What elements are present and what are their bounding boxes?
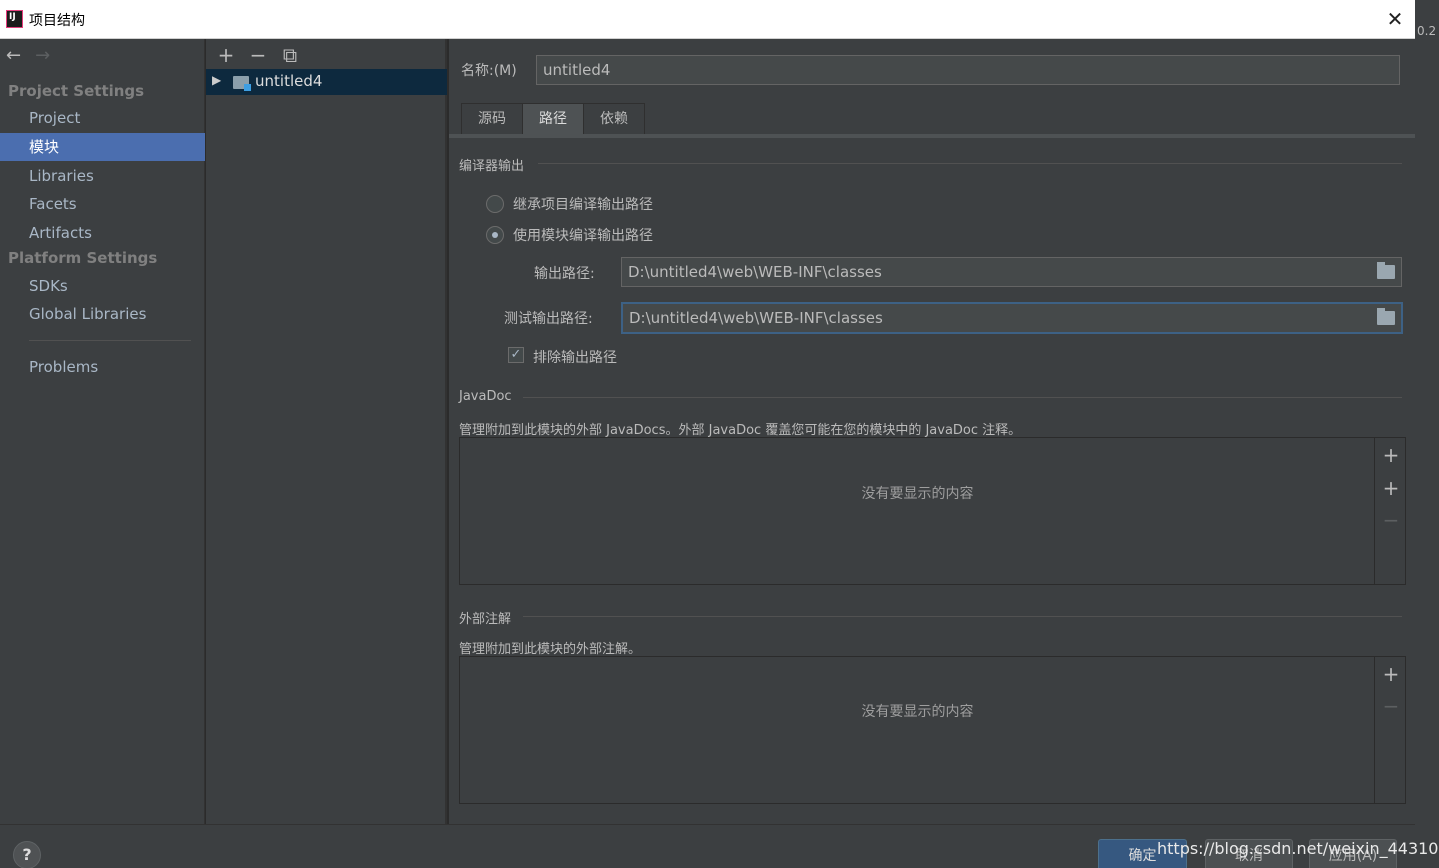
nav-divider <box>29 340 191 341</box>
javadoc-description: 管理附加到此模块的外部 JavaDocs。外部 JavaDoc 覆盖您可能在您的… <box>459 423 1022 438</box>
add-icon[interactable]: + <box>1381 443 1401 467</box>
javadoc-title: JavaDoc <box>459 389 512 404</box>
watermark-text: https://blog.csdn.net/weixin_44310166 <box>1157 839 1439 858</box>
tab-dependencies[interactable]: 依赖 <box>583 103 645 134</box>
name-label: 名称:(M) <box>461 63 517 79</box>
remove-icon[interactable]: − <box>1381 508 1401 532</box>
close-icon[interactable]: ✕ <box>1383 6 1407 32</box>
remove-icon[interactable]: − <box>246 43 270 67</box>
module-name-input[interactable]: untitled4 <box>536 55 1400 85</box>
background-window-strip: 0.2 <box>1415 0 1439 868</box>
javadoc-list-toolbar: + + − <box>1374 438 1405 584</box>
external-annotations-divider <box>523 616 1402 617</box>
compiler-output-title: 编译器输出 <box>459 159 525 174</box>
exclude-output-label: 排除输出路径 <box>533 350 617 366</box>
add-url-icon[interactable]: + <box>1381 476 1401 500</box>
inherit-output-label: 继承项目编译输出路径 <box>513 197 653 213</box>
window-title: 项目结构 <box>29 13 85 29</box>
exclude-output-checkbox[interactable]: ✓ <box>508 347 524 363</box>
add-icon[interactable]: + <box>1381 662 1401 686</box>
expand-triangle-icon[interactable]: ▶ <box>212 73 221 87</box>
external-annotations-list-toolbar: + − <box>1374 657 1405 803</box>
javadoc-divider <box>523 397 1402 398</box>
compiler-output-divider <box>538 163 1402 164</box>
remove-icon[interactable]: − <box>1381 694 1401 718</box>
module-tree-label: untitled4 <box>255 72 323 90</box>
nav-item-project[interactable]: Project <box>0 104 205 132</box>
output-path-input[interactable]: D:\untitled4\web\WEB-INF\classes <box>621 257 1402 287</box>
module-tree-item[interactable]: ▶ untitled4 <box>206 69 447 95</box>
inherit-output-radio[interactable] <box>486 195 504 213</box>
nav-item-libraries[interactable]: Libraries <box>0 162 205 190</box>
test-output-path-input[interactable]: D:\untitled4\web\WEB-INF\classes <box>621 302 1403 334</box>
nav-item-modules[interactable]: 模块 <box>0 133 205 161</box>
javadoc-list[interactable]: 没有要显示的内容 + + − <box>459 437 1406 585</box>
external-annotations-title: 外部注解 <box>459 612 512 627</box>
javadoc-empty-text: 没有要显示的内容 <box>861 486 974 502</box>
section-platform-settings: Platform Settings <box>8 249 158 267</box>
module-toolbar: + − ⧉ <box>214 43 310 67</box>
copy-icon[interactable]: ⧉ <box>278 43 302 67</box>
forward-arrow-icon[interactable]: → <box>35 45 50 66</box>
folder-browse-icon[interactable] <box>1377 262 1395 279</box>
nav-item-facets[interactable]: Facets <box>0 190 205 218</box>
module-folder-icon <box>233 76 251 91</box>
background-version-text: 0.2 <box>1417 24 1437 38</box>
external-annotations-description: 管理附加到此模块的外部注解。 <box>459 642 642 657</box>
output-path-value: D:\untitled4\web\WEB-INF\classes <box>628 263 882 281</box>
section-project-settings: Project Settings <box>8 82 145 100</box>
nav-item-sdks[interactable]: SDKs <box>0 272 205 300</box>
module-output-label: 使用模块编译输出路径 <box>513 228 653 244</box>
module-tabs: 源码 路径 依赖 <box>461 103 645 134</box>
output-path-label: 输出路径: <box>534 266 595 282</box>
nav-item-global-libraries[interactable]: Global Libraries <box>0 300 205 328</box>
tab-underline <box>449 134 1415 138</box>
back-arrow-icon[interactable]: ← <box>6 45 21 66</box>
help-icon[interactable]: ? <box>13 841 41 868</box>
nav-item-artifacts[interactable]: Artifacts <box>0 219 205 247</box>
module-list-panel: + − ⧉ ▶ untitled4 <box>206 39 447 824</box>
nav-item-problems[interactable]: Problems <box>0 353 205 381</box>
folder-browse-icon[interactable] <box>1377 308 1395 325</box>
module-settings-panel: 名称:(M) untitled4 源码 路径 依赖 编译器输出 继承项目编译输出路径… <box>449 39 1415 824</box>
tab-paths[interactable]: 路径 <box>522 103 584 134</box>
tab-sources[interactable]: 源码 <box>461 103 523 134</box>
test-output-path-label: 测试输出路径: <box>504 311 593 327</box>
module-output-radio[interactable] <box>486 226 504 244</box>
nav-arrows: ← → <box>6 45 50 66</box>
external-annotations-list[interactable]: 没有要显示的内容 + − <box>459 656 1406 804</box>
settings-nav: ← → Project Settings Project 模块 Libraries… <box>0 39 205 824</box>
intellij-app-icon: IJ <box>6 10 23 28</box>
add-icon[interactable]: + <box>214 43 238 67</box>
window-titlebar: IJ 项目结构 ✕ <box>0 0 1415 39</box>
external-annotations-empty-text: 没有要显示的内容 <box>861 704 974 720</box>
test-output-path-value: D:\untitled4\web\WEB-INF\classes <box>629 309 883 327</box>
